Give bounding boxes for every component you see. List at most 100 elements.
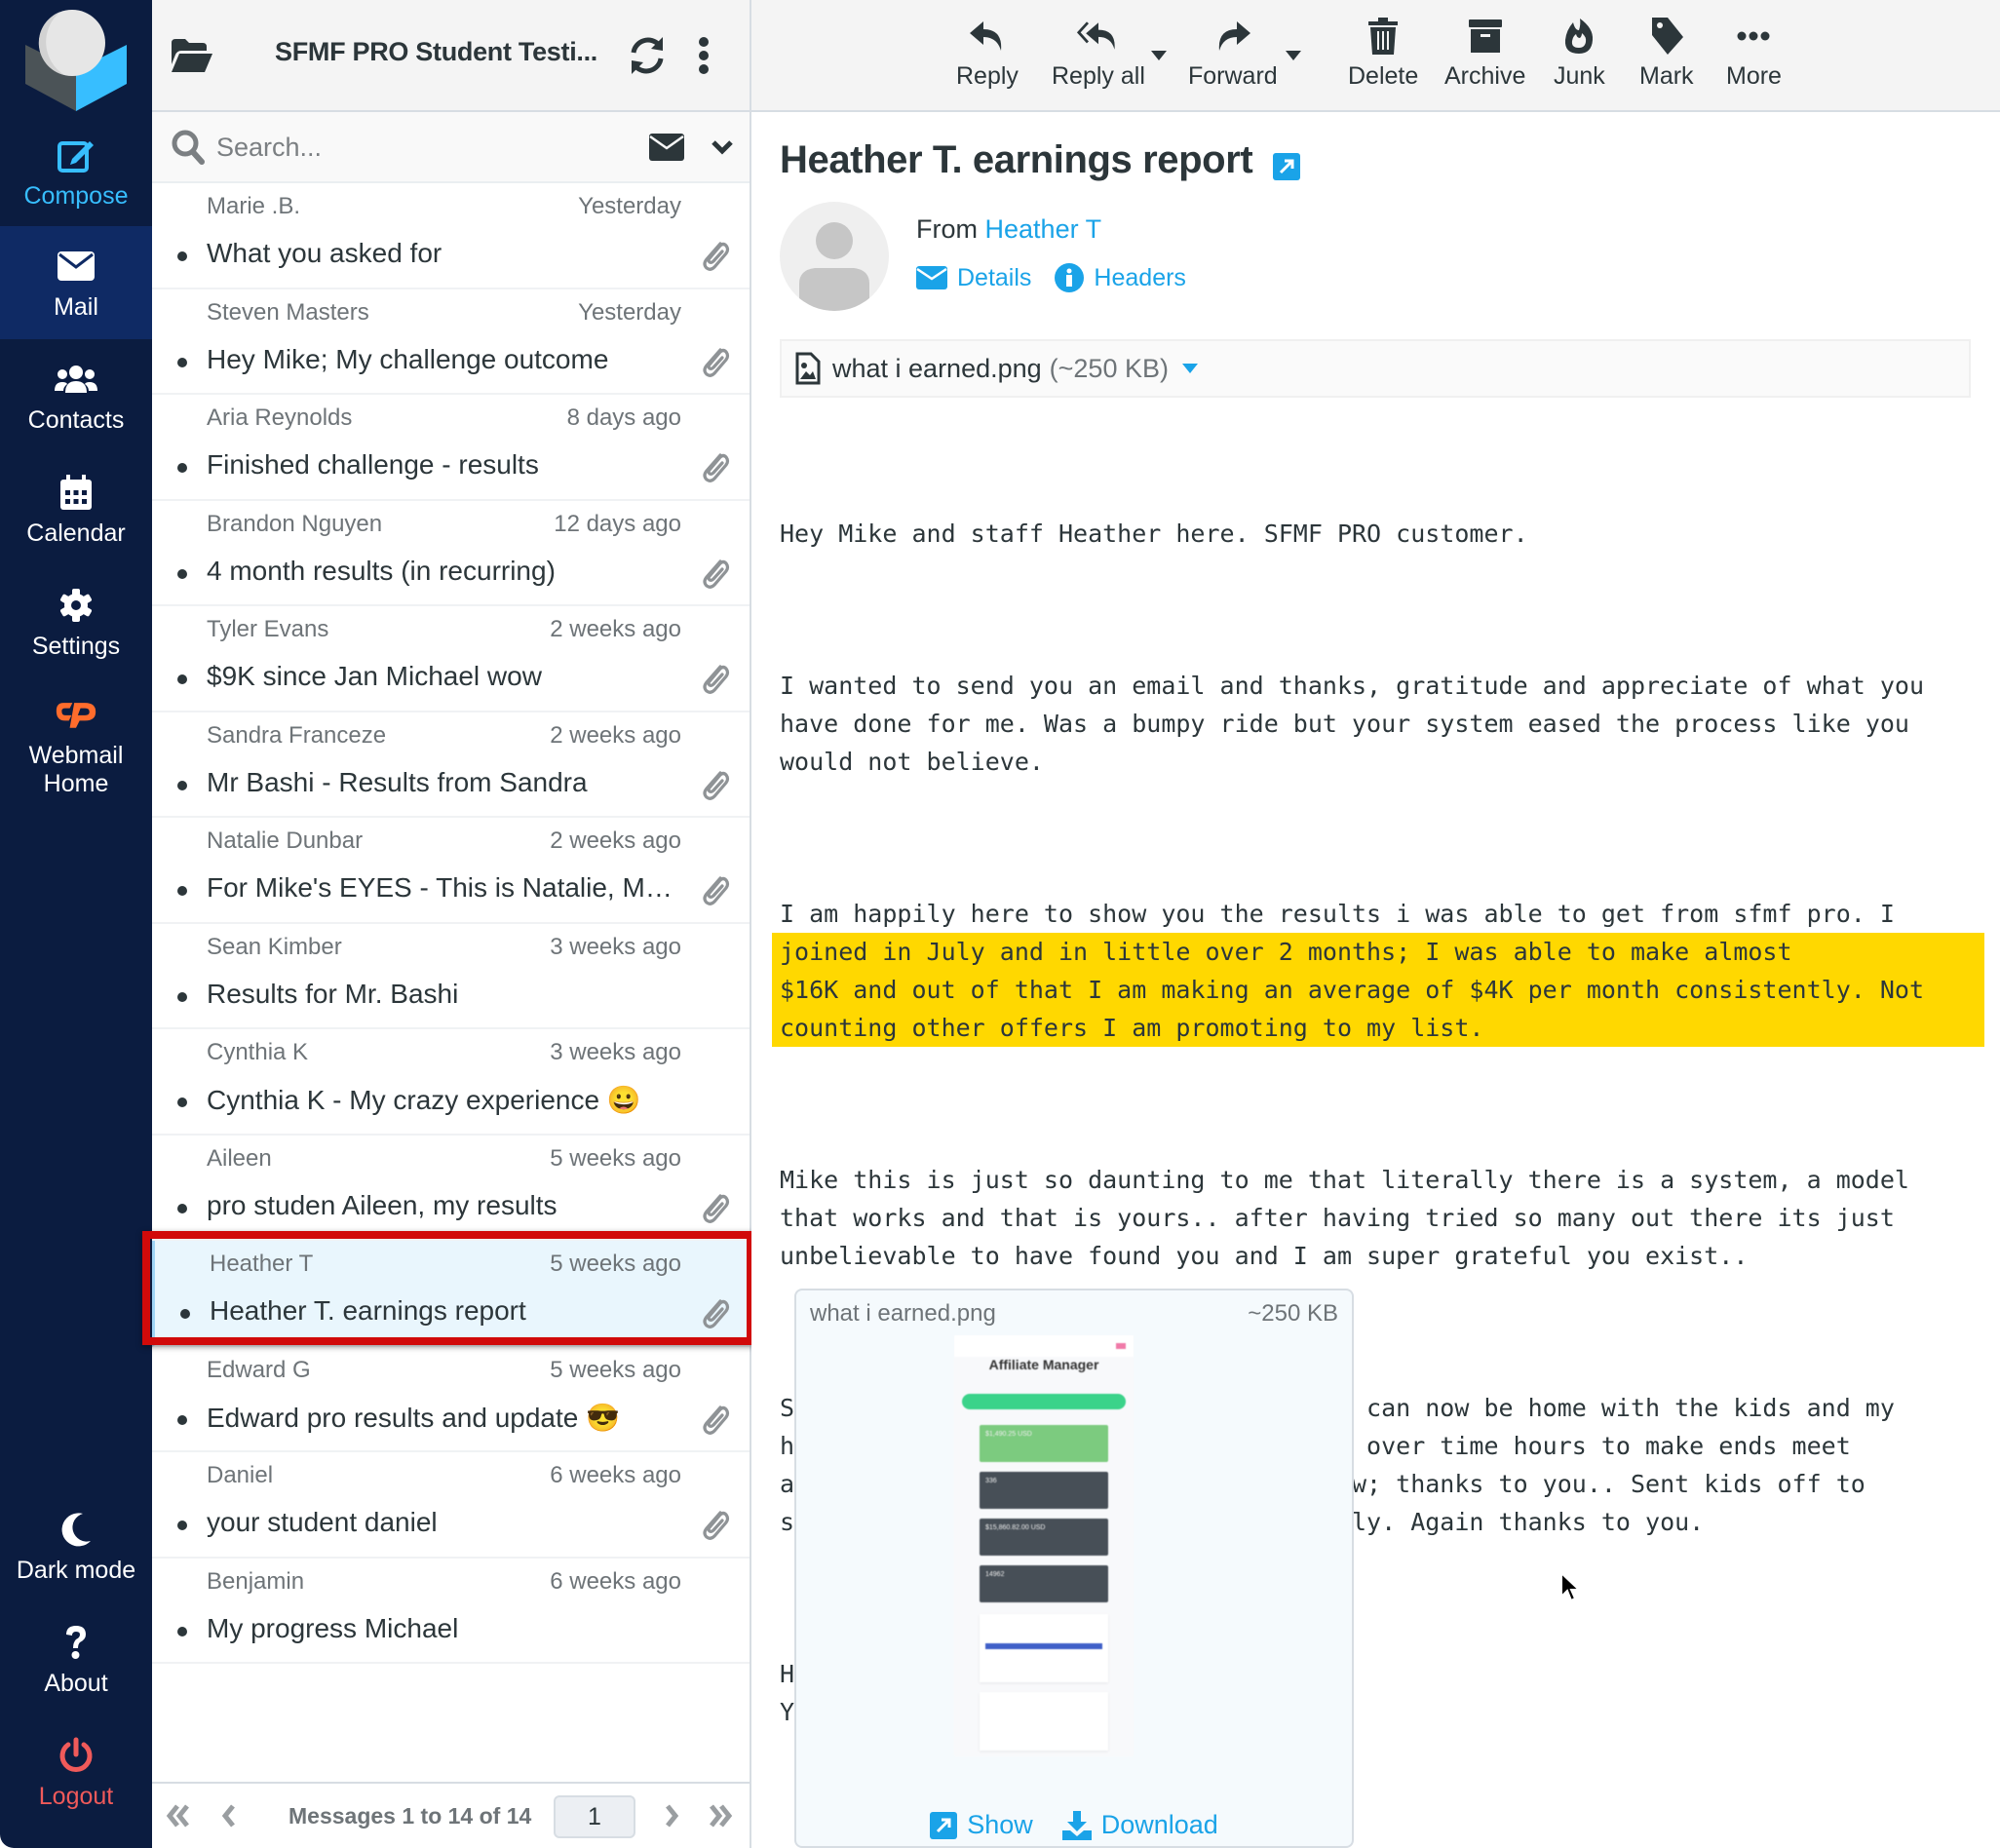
search-bar bbox=[152, 112, 750, 183]
roundcube-logo[interactable] bbox=[21, 6, 131, 115]
details-link[interactable]: Details bbox=[916, 263, 1031, 292]
header-links: Details Headers bbox=[916, 263, 1186, 292]
attachment-menu-caret-icon[interactable] bbox=[1181, 364, 1198, 373]
nav-logout[interactable]: Logout bbox=[0, 1715, 152, 1829]
message-row[interactable]: Benjamin 6 weeks ago My progress Michael bbox=[152, 1559, 750, 1664]
attachment-thumbnail[interactable]: Affiliate Manager $1,490.25 USD 336 $15,… bbox=[954, 1335, 1134, 1756]
search-scope-envelope-icon[interactable] bbox=[649, 134, 684, 161]
body-paragraph: I wanted to send you an email and thanks… bbox=[780, 672, 1924, 776]
message-row[interactable]: Cynthia K 3 weeks ago Cynthia K - My crazy… bbox=[152, 1029, 750, 1136]
message-row[interactable]: Tyler Evans 2 weeks ago $9K since Jan Mich… bbox=[152, 606, 750, 712]
message-subject: Finished challenge - results bbox=[207, 449, 539, 480]
paperclip-icon bbox=[703, 665, 730, 694]
headers-label: Headers bbox=[1094, 263, 1186, 291]
message-row[interactable]: Edward G 5 weeks ago Edward pro results an… bbox=[152, 1347, 750, 1452]
first-page-icon[interactable] bbox=[164, 1801, 193, 1830]
archive-button[interactable]: Archive bbox=[1444, 16, 1525, 91]
compose-icon bbox=[55, 134, 97, 176]
reply-all-dropdown-icon[interactable] bbox=[1151, 51, 1167, 60]
message-sender: Tyler Evans bbox=[207, 616, 329, 642]
nav-calendar[interactable]: Calendar bbox=[0, 452, 152, 565]
from-line: From Heather T bbox=[916, 214, 1101, 245]
message-date: 6 weeks ago bbox=[550, 1462, 681, 1488]
reply-button[interactable]: Reply bbox=[956, 16, 1019, 91]
nav-mail[interactable]: Mail bbox=[0, 226, 152, 339]
chevron-down-icon[interactable] bbox=[712, 139, 733, 155]
mark-button[interactable]: Mark bbox=[1639, 16, 1694, 91]
message-date: 5 weeks ago bbox=[550, 1144, 681, 1172]
message-row[interactable]: Heather T 5 weeks ago Heather T. earnings … bbox=[152, 1241, 750, 1347]
message-row[interactable]: Brandon Nguyen 12 days ago 4 month results… bbox=[152, 501, 750, 606]
reply-label: Reply bbox=[956, 62, 1019, 90]
message-sender: Heather T bbox=[210, 1251, 314, 1277]
message-row[interactable]: Natalie Dunbar 2 weeks ago For Mike's EYES… bbox=[152, 818, 750, 924]
reply-all-button[interactable]: Reply all bbox=[1052, 16, 1145, 91]
message-list: Marie .B. Yesterday What you asked for Stev… bbox=[152, 183, 750, 1664]
forward-dropdown-icon[interactable] bbox=[1286, 51, 1301, 60]
last-page-icon[interactable] bbox=[706, 1801, 735, 1830]
message-subject: Cynthia K - My crazy experience 😀 bbox=[207, 1085, 641, 1115]
nav-label: Settings bbox=[31, 632, 121, 660]
nav-webmail-home[interactable]: Webmail Home bbox=[0, 682, 152, 809]
paperclip-icon bbox=[703, 242, 730, 271]
message-row[interactable]: Sandra Franceze 2 weeks ago Mr Bashi - Res… bbox=[152, 712, 750, 818]
unread-dot-icon bbox=[180, 1309, 190, 1319]
paperclip-icon bbox=[703, 770, 730, 800]
archive-icon bbox=[1464, 16, 1507, 57]
nav-label: Compose bbox=[23, 181, 129, 210]
message-sender: Edward G bbox=[207, 1356, 311, 1383]
refresh-icon[interactable] bbox=[628, 35, 667, 76]
preview-filename: what i earned.png bbox=[810, 1300, 996, 1327]
nav-compose[interactable]: Compose bbox=[0, 115, 152, 228]
next-page-icon[interactable] bbox=[657, 1801, 686, 1830]
thumb-card: 14962 bbox=[980, 1565, 1108, 1602]
message-row[interactable]: Aileen 5 weeks ago pro studen Aileen, my r… bbox=[152, 1136, 750, 1241]
prev-page-icon[interactable] bbox=[214, 1801, 244, 1830]
download-attachment-button[interactable]: Download bbox=[1061, 1810, 1218, 1840]
junk-button[interactable]: Junk bbox=[1554, 16, 1605, 91]
forward-button[interactable]: Forward bbox=[1188, 16, 1278, 91]
open-in-new-window-icon[interactable] bbox=[1273, 153, 1300, 180]
nav-contacts[interactable]: Contacts bbox=[0, 339, 152, 452]
message-subject: Mr Bashi - Results from Sandra bbox=[207, 766, 588, 797]
folder-open-icon[interactable] bbox=[172, 39, 212, 72]
nav-dark-mode[interactable]: Dark mode bbox=[0, 1489, 152, 1602]
attachment-preview: what i earned.png ~250 KB Affiliate Mana… bbox=[794, 1289, 1354, 1848]
delete-button[interactable]: Delete bbox=[1348, 16, 1418, 91]
message-row[interactable]: Daniel 6 weeks ago your student daniel bbox=[152, 1452, 750, 1559]
message-row[interactable]: Aria Reynolds 8 days ago Finished challeng… bbox=[152, 395, 750, 501]
thumb-card-value: 14962 bbox=[985, 1571, 1005, 1578]
envelope-icon bbox=[916, 266, 947, 289]
message-row[interactable]: Steven Masters Yesterday Hey Mike; My chal… bbox=[152, 289, 750, 395]
list-header: SFMF PRO Student Testi... bbox=[152, 0, 750, 112]
unread-dot-icon bbox=[177, 991, 187, 1002]
nav-settings[interactable]: Settings bbox=[0, 565, 152, 678]
message-row[interactable]: Marie .B. Yesterday What you asked for bbox=[152, 183, 750, 289]
message-row[interactable]: Sean Kimber 3 weeks ago Results for Mr. Ba… bbox=[152, 924, 750, 1029]
more-button[interactable]: More bbox=[1726, 16, 1782, 91]
page-number-input[interactable] bbox=[554, 1795, 635, 1838]
envelope-icon bbox=[55, 245, 97, 288]
message-sender: Steven Masters bbox=[207, 298, 369, 326]
thumb-card-value: 336 bbox=[985, 1478, 997, 1484]
forward-label: Forward bbox=[1188, 62, 1278, 90]
attachment-item[interactable]: what i earned.png (~250 KB) bbox=[780, 339, 1971, 398]
sender-link[interactable]: Heather T bbox=[985, 214, 1102, 244]
from-label: From bbox=[916, 214, 978, 244]
headers-link[interactable]: Headers bbox=[1055, 263, 1186, 292]
search-input[interactable] bbox=[216, 124, 587, 171]
message-count: Messages 1 to 14 of 14 bbox=[288, 1803, 532, 1829]
sender-avatar bbox=[780, 202, 889, 311]
nav-about[interactable]: About bbox=[0, 1602, 152, 1715]
body-line: I am happily here to show you the result… bbox=[780, 900, 1895, 928]
thumb-card-value: $15,860.82.00 USD bbox=[985, 1524, 1046, 1531]
reply-all-icon bbox=[1076, 16, 1120, 57]
paperclip-icon bbox=[703, 876, 730, 905]
highlighted-text: joined in July and in little over 2 mont… bbox=[772, 933, 1984, 1047]
search-icon bbox=[172, 130, 205, 165]
show-attachment-button[interactable]: Show bbox=[930, 1810, 1033, 1840]
question-icon bbox=[55, 1621, 97, 1664]
paperclip-icon bbox=[703, 1405, 730, 1435]
unread-dot-icon bbox=[177, 463, 187, 473]
list-menu-icon[interactable] bbox=[698, 37, 710, 74]
